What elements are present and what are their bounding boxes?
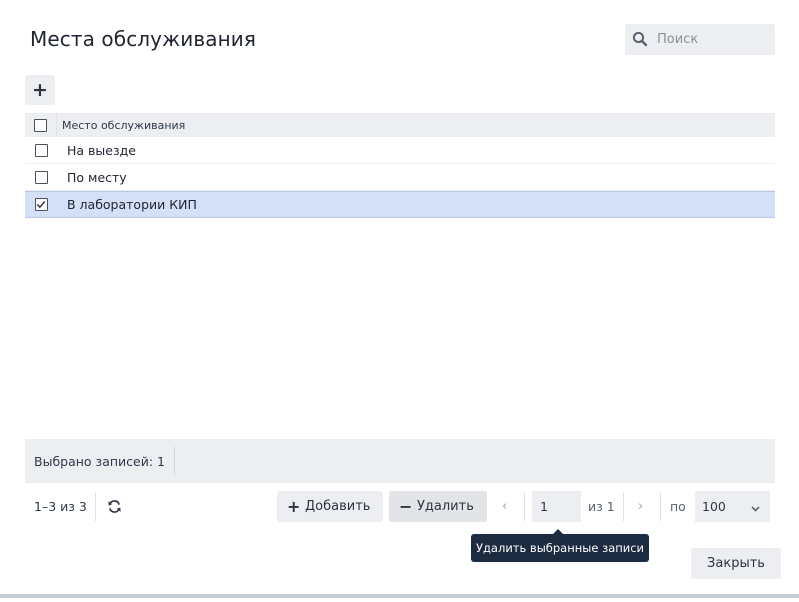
row-checkbox-cell bbox=[25, 164, 57, 190]
checkmark-icon bbox=[36, 201, 46, 209]
row-label: На выезде bbox=[67, 142, 136, 158]
divider bbox=[95, 493, 96, 521]
divider bbox=[660, 493, 661, 521]
page-number-input[interactable] bbox=[532, 491, 581, 522]
minus-icon: − bbox=[399, 497, 413, 516]
divider bbox=[623, 493, 624, 521]
per-page-value: 100 bbox=[702, 499, 726, 514]
plus-icon: + bbox=[287, 497, 301, 516]
search-box[interactable] bbox=[625, 24, 775, 55]
search-icon bbox=[632, 31, 648, 47]
add-button-label: Добавить bbox=[305, 499, 371, 514]
row-checkbox-checked[interactable] bbox=[34, 198, 48, 211]
column-header-service-place[interactable]: Место обслуживания bbox=[57, 119, 185, 132]
row-checkbox-cell bbox=[25, 192, 57, 217]
service-places-dialog: Места обслуживания + Место обслуживания … bbox=[0, 0, 799, 598]
add-button[interactable]: + Добавить bbox=[277, 491, 383, 522]
grid-footer: 1–3 из 3 + Добавить − Удалить ‹ из 1 › п… bbox=[25, 491, 775, 522]
row-label: В лаборатории КИП bbox=[67, 197, 197, 212]
delete-button-label: Удалить bbox=[417, 499, 474, 514]
records-grid: Место обслуживания На выезде По месту В … bbox=[25, 113, 775, 218]
prev-page-icon[interactable]: ‹ bbox=[502, 499, 507, 514]
search-input[interactable] bbox=[657, 24, 771, 55]
row-checkbox[interactable] bbox=[34, 170, 48, 184]
selected-count: Выбрано записей: 1 bbox=[34, 453, 165, 469]
divider bbox=[524, 493, 525, 521]
delete-button[interactable]: − Удалить bbox=[389, 491, 487, 522]
table-row[interactable]: По месту bbox=[25, 164, 775, 191]
record-range: 1–3 из 3 bbox=[34, 499, 87, 514]
next-page-icon[interactable]: › bbox=[638, 499, 643, 514]
grid-header: Место обслуживания bbox=[25, 113, 775, 137]
header-checkbox-cell bbox=[25, 113, 57, 137]
row-label: По месту bbox=[67, 169, 127, 185]
plus-icon: + bbox=[32, 79, 48, 101]
table-row[interactable]: На выезде bbox=[25, 137, 775, 164]
total-pages: из 1 bbox=[588, 499, 615, 514]
per-page-select[interactable]: 100 bbox=[695, 491, 770, 522]
dialog-title: Места обслуживания bbox=[30, 27, 256, 51]
add-record-icon-button[interactable]: + bbox=[25, 75, 55, 105]
row-checkbox[interactable] bbox=[34, 143, 48, 157]
close-button[interactable]: Закрыть bbox=[691, 548, 781, 579]
divider bbox=[173, 447, 175, 475]
chevron-down-icon bbox=[751, 500, 760, 515]
row-checkbox-cell bbox=[25, 137, 57, 163]
delete-tooltip: Удалить выбранные записи bbox=[471, 529, 649, 562]
table-row-selected[interactable]: В лаборатории КИП bbox=[25, 191, 775, 218]
select-all-checkbox[interactable] bbox=[34, 118, 47, 132]
refresh-icon[interactable] bbox=[107, 499, 122, 514]
selection-status-bar: Выбрано записей: 1 bbox=[25, 439, 775, 483]
per-page-label: по bbox=[670, 499, 686, 514]
